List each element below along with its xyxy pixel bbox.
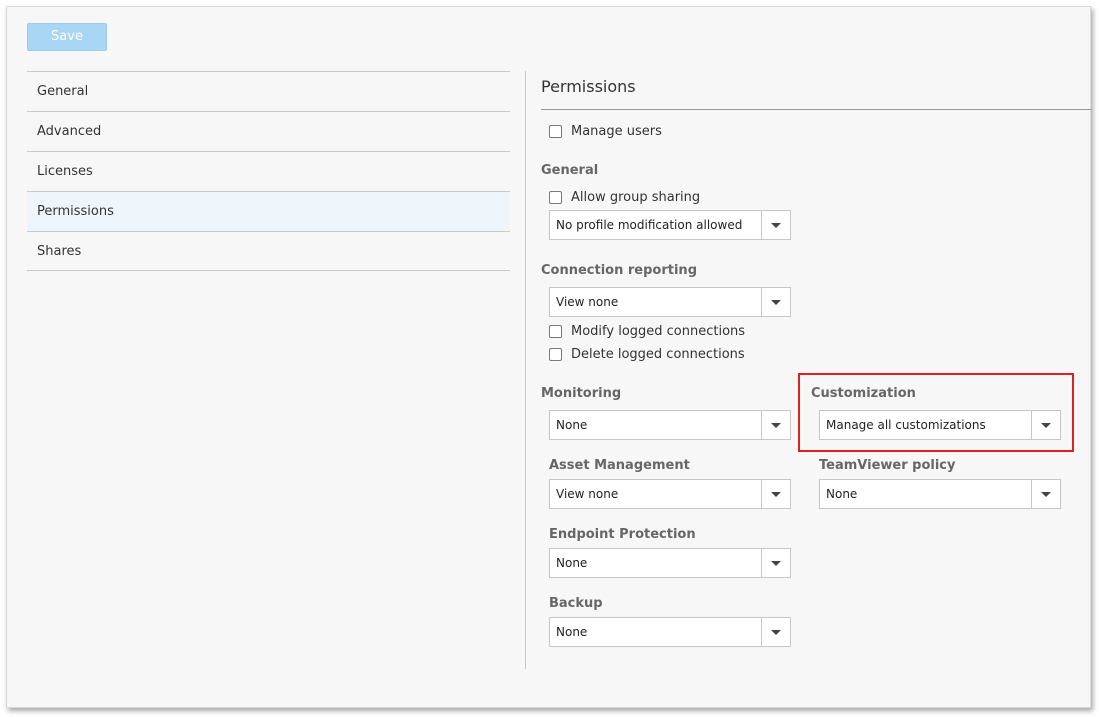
monitoring-value: None — [556, 418, 588, 432]
monitoring-heading: Monitoring — [541, 386, 622, 401]
customization-heading: Customization — [811, 386, 916, 401]
connection-reporting-value: View none — [556, 295, 619, 309]
allow-group-sharing-label: Allow group sharing — [571, 189, 701, 205]
manage-users-row: Manage users — [549, 122, 662, 140]
asset-management-value: View none — [556, 487, 619, 501]
chevron-down-icon — [1041, 492, 1051, 497]
general-heading: General — [541, 163, 599, 178]
customization-value: Manage all customizations — [826, 418, 986, 432]
backup-heading: Backup — [549, 596, 603, 611]
title-divider — [541, 109, 1092, 110]
teamviewer-policy-value: None — [826, 487, 858, 501]
modify-logged-connections-checkbox[interactable] — [549, 324, 562, 338]
dropdown-button[interactable] — [761, 211, 790, 239]
dropdown-button[interactable] — [761, 480, 790, 508]
allow-group-sharing-row: Allow group sharing — [549, 188, 700, 206]
settings-window: Save General Advanced Licenses Permissio… — [6, 6, 1092, 708]
chevron-down-icon — [771, 300, 781, 305]
save-button[interactable]: Save — [27, 23, 107, 51]
teamviewer-policy-heading: TeamViewer policy — [819, 458, 956, 473]
asset-management-heading: Asset Management — [549, 458, 690, 473]
monitoring-select[interactable]: None — [549, 410, 791, 440]
dropdown-button[interactable] — [761, 618, 790, 646]
modify-logged-connections-row: Modify logged connections — [549, 322, 745, 340]
delete-logged-connections-label: Delete logged connections — [571, 346, 745, 362]
profile-modification-select[interactable]: No profile modification allowed — [549, 210, 791, 240]
backup-select[interactable]: None — [549, 617, 791, 647]
sidebar-item-shares[interactable]: Shares — [27, 231, 510, 271]
endpoint-protection-select[interactable]: None — [549, 548, 791, 578]
allow-group-sharing-checkbox[interactable] — [549, 190, 562, 204]
page-title: Permissions — [541, 77, 636, 96]
manage-users-label: Manage users — [571, 123, 662, 139]
chevron-down-icon — [771, 492, 781, 497]
connection-reporting-select[interactable]: View none — [549, 287, 791, 317]
profile-modification-value: No profile modification allowed — [556, 218, 743, 232]
sidebar-item-permissions[interactable]: Permissions — [27, 191, 510, 231]
asset-management-select[interactable]: View none — [549, 479, 791, 509]
backup-value: None — [556, 625, 588, 639]
manage-users-checkbox[interactable] — [549, 124, 562, 138]
customization-select[interactable]: Manage all customizations — [819, 410, 1061, 440]
delete-logged-connections-row: Delete logged connections — [549, 345, 745, 363]
sidebar-item-licenses[interactable]: Licenses — [27, 151, 510, 191]
teamviewer-policy-select[interactable]: None — [819, 479, 1061, 509]
chevron-down-icon — [771, 423, 781, 428]
dropdown-button[interactable] — [1031, 480, 1060, 508]
endpoint-protection-value: None — [556, 556, 588, 570]
delete-logged-connections-checkbox[interactable] — [549, 347, 562, 361]
panel-divider — [525, 71, 526, 669]
dropdown-button[interactable] — [761, 288, 790, 316]
sidebar-item-general[interactable]: General — [27, 71, 510, 111]
connection-reporting-heading: Connection reporting — [541, 263, 697, 278]
endpoint-protection-heading: Endpoint Protection — [549, 527, 696, 542]
chevron-down-icon — [771, 223, 781, 228]
modify-logged-connections-label: Modify logged connections — [571, 323, 746, 339]
sidebar-item-advanced[interactable]: Advanced — [27, 111, 510, 151]
chevron-down-icon — [771, 630, 781, 635]
dropdown-button[interactable] — [761, 549, 790, 577]
sidebar-nav: General Advanced Licenses Permissions Sh… — [27, 71, 510, 271]
chevron-down-icon — [771, 561, 781, 566]
chevron-down-icon — [1041, 423, 1051, 428]
dropdown-button[interactable] — [761, 411, 790, 439]
dropdown-button[interactable] — [1031, 411, 1060, 439]
